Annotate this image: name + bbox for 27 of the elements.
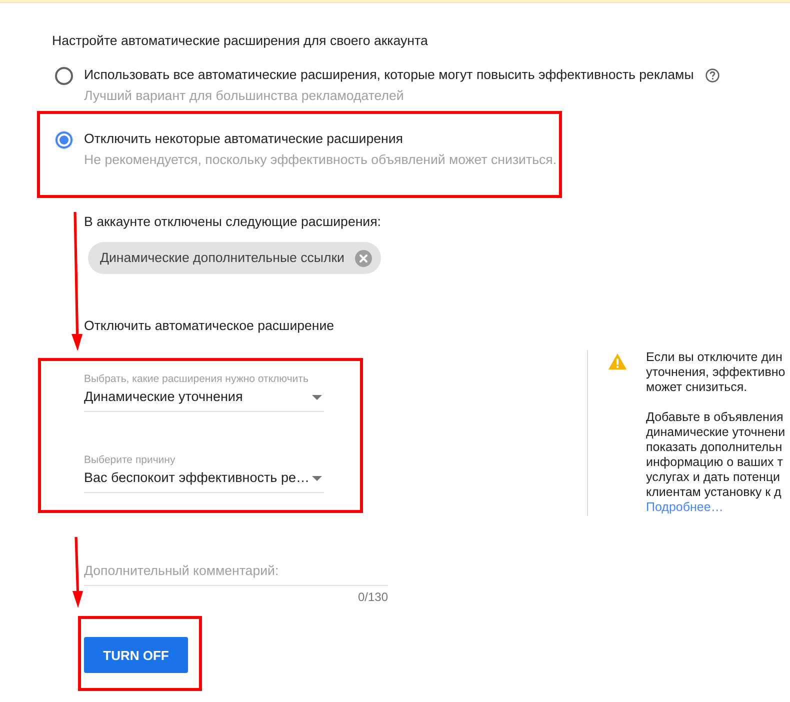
radio-button[interactable] — [54, 130, 74, 150]
comment-field[interactable]: Дополнительный комментарий: — [84, 561, 388, 586]
caret-icon — [312, 476, 322, 480]
option-label: Отключить некоторые автоматические расширения — [84, 130, 403, 148]
radio-button[interactable] — [54, 66, 74, 86]
field-label: Выберите причину — [84, 453, 176, 467]
chip-label: Динамические дополнительные ссылки — [100, 249, 344, 267]
selected-value: Вас беспокоит эффективность ре… — [84, 469, 310, 487]
learn-more-link[interactable]: Подробнее… — [646, 500, 724, 515]
caret-icon — [312, 394, 322, 400]
dropdown-field[interactable]: Выбрать, какие расширения нужно отключить Динамические уточнения — [84, 372, 324, 412]
option-description: Не рекомендуется, поскольку эффективность объявлений может снизиться. — [84, 151, 557, 169]
character-counter: 0/130 — [356, 590, 388, 604]
section-subheading: Отключить автоматическое расширение — [84, 317, 336, 335]
option-description: Лучший вариант для большинства рекламодателей — [84, 87, 405, 105]
help-icon[interactable] — [704, 68, 720, 82]
remove-icon[interactable] — [355, 250, 372, 266]
option-label: Использовать все автоматические расширения, которые могут повысить эффективность рекламы — [84, 66, 694, 84]
warning-icon — [608, 353, 627, 370]
warning-text: Добавьте в объявления динамические уточнени показать дополнительн информацию о ваших т услугах и дать потенци клиентам установку к д — [646, 410, 786, 500]
disabled-extensions-label: В аккаунте отключены следующие расширения: — [84, 213, 382, 231]
selected-value: Динамические уточнения — [84, 388, 243, 406]
warning-text: Если вы отключите дин уточнения, эффективно может снизиться. — [646, 350, 786, 395]
turn-off-button[interactable]: TURN OFF — [84, 637, 188, 673]
field-label: Выбрать, какие расширения нужно отключить — [84, 372, 308, 386]
section-heading: Настройте автоматические расширения для своего аккаунта — [52, 33, 429, 49]
dropdown-field[interactable]: Выберите причину Вас беспокоит эффективность ре… — [84, 453, 324, 493]
